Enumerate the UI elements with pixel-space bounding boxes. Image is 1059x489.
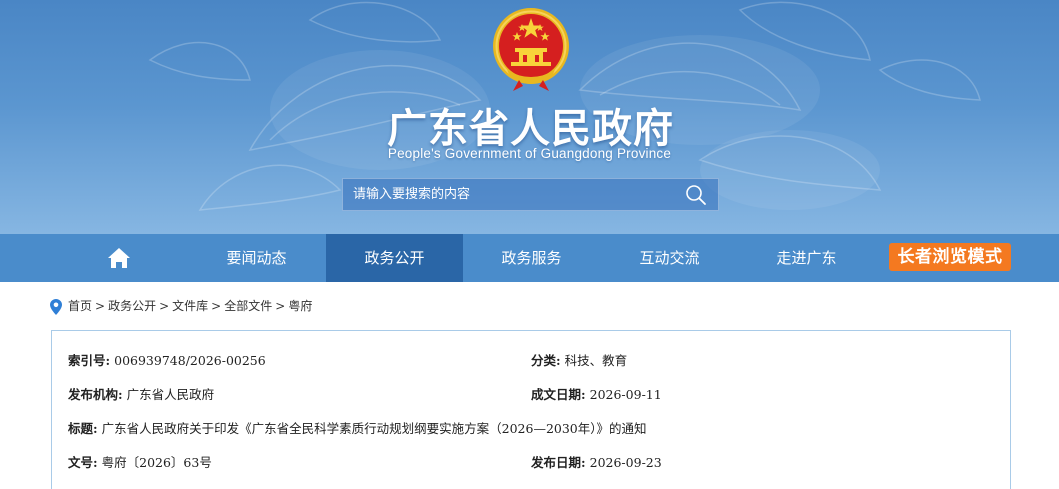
- breadcrumb-yuefu[interactable]: 粤府: [288, 299, 312, 313]
- meta-date-written: 成文日期: 2026-09-11: [531, 384, 662, 403]
- meta-document-number: 文号: 粤府〔2026〕63号: [68, 452, 212, 471]
- search-icon[interactable]: [684, 183, 708, 207]
- breadcrumb: 首页 > 政务公开 > 文件库 > 全部文件 > 粤府: [50, 296, 312, 316]
- meta-title: 标题: 广东省人民政府关于印发《广东省全民科学素质行动规划纲要实施方案（2026—…: [68, 418, 647, 437]
- meta-label: 标题:: [68, 421, 98, 436]
- meta-value: 广东省人民政府关于印发《广东省全民科学素质行动规划纲要实施方案（2026—203…: [101, 421, 647, 436]
- meta-value: 2026-09-23: [589, 455, 662, 470]
- breadcrumb-home[interactable]: 首页: [68, 299, 92, 313]
- meta-category: 分类: 科技、教育: [531, 350, 627, 369]
- meta-publisher: 发布机构: 广东省人民政府: [68, 384, 214, 403]
- nav-home-button[interactable]: [96, 234, 142, 282]
- meta-value: 粤府〔2026〕63号: [101, 455, 212, 470]
- meta-value: 科技、教育: [564, 353, 628, 368]
- breadcrumb-government-affairs[interactable]: 政务公开: [108, 299, 156, 313]
- meta-label: 分类:: [531, 353, 561, 368]
- location-pin-icon: [50, 298, 62, 315]
- meta-label: 成文日期:: [531, 387, 586, 402]
- meta-label: 索引号:: [68, 353, 111, 368]
- breadcrumb-all-files[interactable]: 全部文件: [224, 299, 272, 313]
- national-emblem-icon: [493, 8, 569, 91]
- breadcrumb-separator: >: [211, 299, 222, 313]
- breadcrumb-file-library[interactable]: 文件库: [172, 299, 208, 313]
- nav-item-government-affairs[interactable]: 政务公开: [326, 234, 463, 282]
- breadcrumb-separator: >: [95, 299, 106, 313]
- meta-value: 2026-09-11: [589, 387, 662, 402]
- meta-date-published: 发布日期: 2026-09-23: [531, 452, 662, 471]
- elder-mode-button[interactable]: 长者浏览模式: [889, 243, 1011, 271]
- meta-index-number: 索引号: 006939748/2026-00256: [68, 350, 266, 369]
- meta-label: 发布日期:: [531, 455, 586, 470]
- document-metadata-panel: 索引号: 006939748/2026-00256 分类: 科技、教育 发布机构: 广…: [51, 330, 1011, 489]
- nav-item-interaction[interactable]: 互动交流: [601, 234, 738, 282]
- meta-label: 发布机构:: [68, 387, 123, 402]
- nav-item-about-guangdong[interactable]: 走进广东: [738, 234, 875, 282]
- nav-item-news[interactable]: 要闻动态: [188, 234, 325, 282]
- meta-value: 广东省人民政府: [126, 387, 215, 402]
- nav-item-services[interactable]: 政务服务: [463, 234, 600, 282]
- meta-label: 文号:: [68, 455, 98, 470]
- meta-value: 006939748/2026-00256: [114, 353, 266, 368]
- site-subtitle: People's Government of Guangdong Provinc…: [387, 146, 672, 161]
- breadcrumb-separator: >: [275, 299, 286, 313]
- breadcrumb-separator: >: [159, 299, 170, 313]
- header-banner: 广东省人民政府 People's Government of Guangdong…: [0, 0, 1059, 234]
- search-input[interactable]: [353, 179, 673, 210]
- home-icon: [108, 248, 130, 268]
- search-bar: [342, 178, 719, 211]
